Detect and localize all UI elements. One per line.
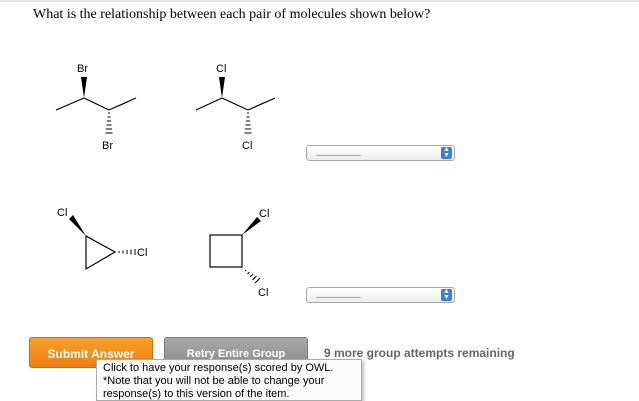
- mol2a-top-label: Cl: [57, 207, 67, 219]
- molecule-2b: Cl Cl: [209, 208, 269, 299]
- tooltip-line-2: *Note that you will not be able to chang…: [103, 375, 325, 387]
- mol2b-bottom-label: Cl: [258, 287, 268, 299]
- mol1b-bottom-label: Cl: [242, 140, 252, 152]
- mol2b-top-label: Cl: [259, 208, 269, 220]
- up-down-arrows-icon: ▲ ▼: [441, 146, 452, 159]
- tooltip-line-3: response(s) to this version of the item.: [103, 388, 290, 400]
- select-1-value: ----------------------: [316, 150, 361, 160]
- up-down-arrows-icon: ▲ ▼: [441, 288, 452, 301]
- relationship-select-2[interactable]: ---------------------- ▲ ▼: [306, 287, 455, 303]
- mol1a-top-label: Br: [77, 63, 88, 75]
- attempts-remaining-text: 9 more group attempts remaining: [324, 346, 515, 360]
- mol2a-side-label: Cl: [137, 247, 147, 259]
- mol1b-top-label: Cl: [216, 63, 226, 75]
- tooltip-line-1: Click to have your response(s) scored by…: [103, 362, 334, 374]
- relationship-select-1[interactable]: ---------------------- ▲ ▼: [306, 145, 455, 161]
- molecule-1a: Br Br: [55, 63, 137, 152]
- molecule-2a: Cl Cl: [57, 207, 147, 271]
- select-2-value: ----------------------: [316, 292, 361, 302]
- submit-tooltip: Click to have your response(s) scored by…: [96, 359, 362, 401]
- molecule-1b: Cl Cl: [195, 63, 276, 152]
- mol1a-bottom-label: Br: [102, 140, 113, 152]
